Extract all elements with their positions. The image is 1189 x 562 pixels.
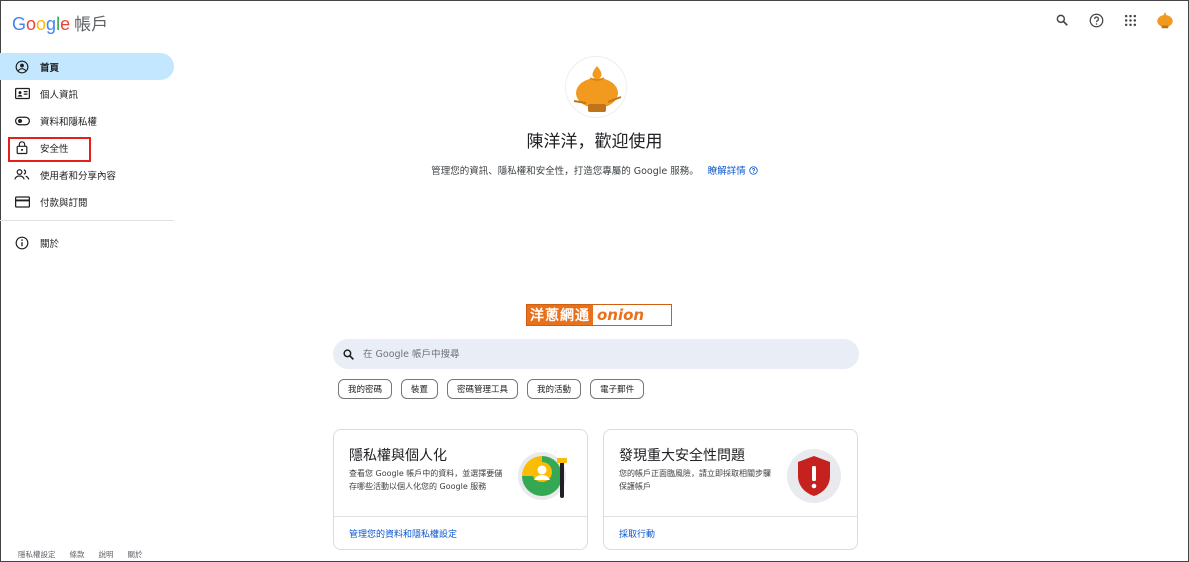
logo-letter: o [36, 14, 47, 34]
logo-letter: o [26, 14, 37, 34]
card-title: 隱私權與個人化 [349, 448, 447, 464]
sidebar-item-label: 個人資訊 [40, 89, 79, 101]
info-icon [14, 235, 30, 251]
sidebar-item-label: 關於 [40, 238, 60, 250]
logo-letter: g [46, 14, 57, 34]
onion-watermark-logo: 洋蔥網通 onion [526, 304, 672, 326]
google-account-logo[interactable]: Google 帳戶 [12, 10, 108, 35]
card-description: 查看您 Google 帳戶中的資料，並選擇要儲存哪些活動以個人化您的 Googl… [349, 469, 503, 491]
card-divider [604, 516, 857, 517]
card-description: 您的帳戶正面臨風險，請立即採取相關步驟保護帳戶 [619, 469, 771, 491]
sidebar-item-home[interactable]: 首頁 [0, 53, 174, 80]
sidebar-item-label: 首頁 [40, 62, 60, 74]
card-divider [334, 516, 587, 517]
welcome-subtitle: 管理您的資訊、隱私權和安全性，打造您專屬的 Google 服務。 瞭解詳情 [0, 163, 1189, 177]
help-button[interactable] [1085, 9, 1107, 31]
chip-my-passwords[interactable]: 我的密碼 [338, 379, 393, 399]
footer-link-about[interactable]: 關於 [128, 549, 143, 560]
help-icon [1089, 13, 1103, 27]
footer-link-help[interactable]: 說明 [99, 549, 114, 560]
logo-letter: e [60, 14, 71, 34]
chip-email[interactable]: 電子郵件 [590, 379, 645, 399]
sidebar-item-payments[interactable]: 付款與訂閱 [0, 188, 176, 215]
help-circle-icon [749, 166, 758, 175]
footer-link-terms[interactable]: 條款 [70, 549, 85, 560]
id-card-icon [14, 86, 30, 102]
search-icon [1056, 14, 1068, 26]
sidebar-item-personal-info[interactable]: 個人資訊 [0, 80, 176, 107]
footer-link-privacy[interactable]: 隱私權設定 [18, 549, 56, 560]
sidebar-item-about[interactable]: 關於 [0, 229, 176, 256]
privacy-card: 隱私權與個人化 查看您 Google 帳戶中的資料，並選擇要儲存哪些活動以個人化… [333, 429, 588, 550]
watermark-left: 洋蔥網通 [527, 305, 593, 325]
onion-avatar-icon [1154, 9, 1176, 31]
privacy-illustration-icon [518, 452, 567, 500]
quick-chips: 我的密碼 裝置 密碼管理工具 我的活動 電子郵件 [338, 379, 645, 399]
learn-more-label: 瞭解詳情 [707, 166, 746, 177]
account-circle-icon [14, 59, 30, 75]
card-title: 發現重大安全性問題 [619, 448, 745, 464]
chip-my-activity[interactable]: 我的活動 [527, 379, 582, 399]
profile-avatar[interactable] [565, 56, 627, 118]
search-input[interactable] [363, 348, 763, 360]
logo-letter: G [12, 14, 27, 34]
learn-more-link[interactable]: 瞭解詳情 [708, 166, 758, 177]
apps-button[interactable] [1119, 9, 1141, 31]
header-actions [1051, 8, 1177, 32]
sidebar-divider [0, 220, 174, 221]
footer-links: 隱私權設定 條款 說明 關於 [18, 549, 143, 560]
watermark-right: onion [593, 305, 649, 325]
manage-privacy-link[interactable]: 管理您的資料和隱私權設定 [349, 527, 457, 540]
google-wordmark: Google [12, 14, 70, 35]
chip-password-manager[interactable]: 密碼管理工具 [447, 379, 519, 399]
profile-avatar-button[interactable] [1153, 8, 1177, 32]
account-search-bar[interactable] [333, 339, 859, 369]
subtitle-text: 管理您的資訊、隱私權和安全性，打造您專屬的 Google 服務。 [431, 166, 699, 177]
sidebar-item-label: 付款與訂閱 [40, 197, 88, 209]
credit-card-icon [14, 194, 30, 210]
sidebar-item-label: 資料和隱私權 [40, 116, 98, 128]
product-name: 帳戶 [74, 15, 109, 35]
chip-devices[interactable]: 裝置 [401, 379, 439, 399]
search-button[interactable] [1051, 9, 1073, 31]
warning-shield-icon [787, 449, 841, 503]
welcome-heading: 陳洋洋，歡迎使用 [526, 132, 663, 152]
onion-mascot-icon [573, 66, 622, 112]
search-icon [343, 348, 354, 360]
take-action-link[interactable]: 採取行動 [619, 527, 655, 540]
apps-grid-icon [1124, 14, 1136, 26]
security-issue-card: 發現重大安全性問題 您的帳戶正面臨風險，請立即採取相關步驟保護帳戶 採取行動 [603, 429, 858, 550]
